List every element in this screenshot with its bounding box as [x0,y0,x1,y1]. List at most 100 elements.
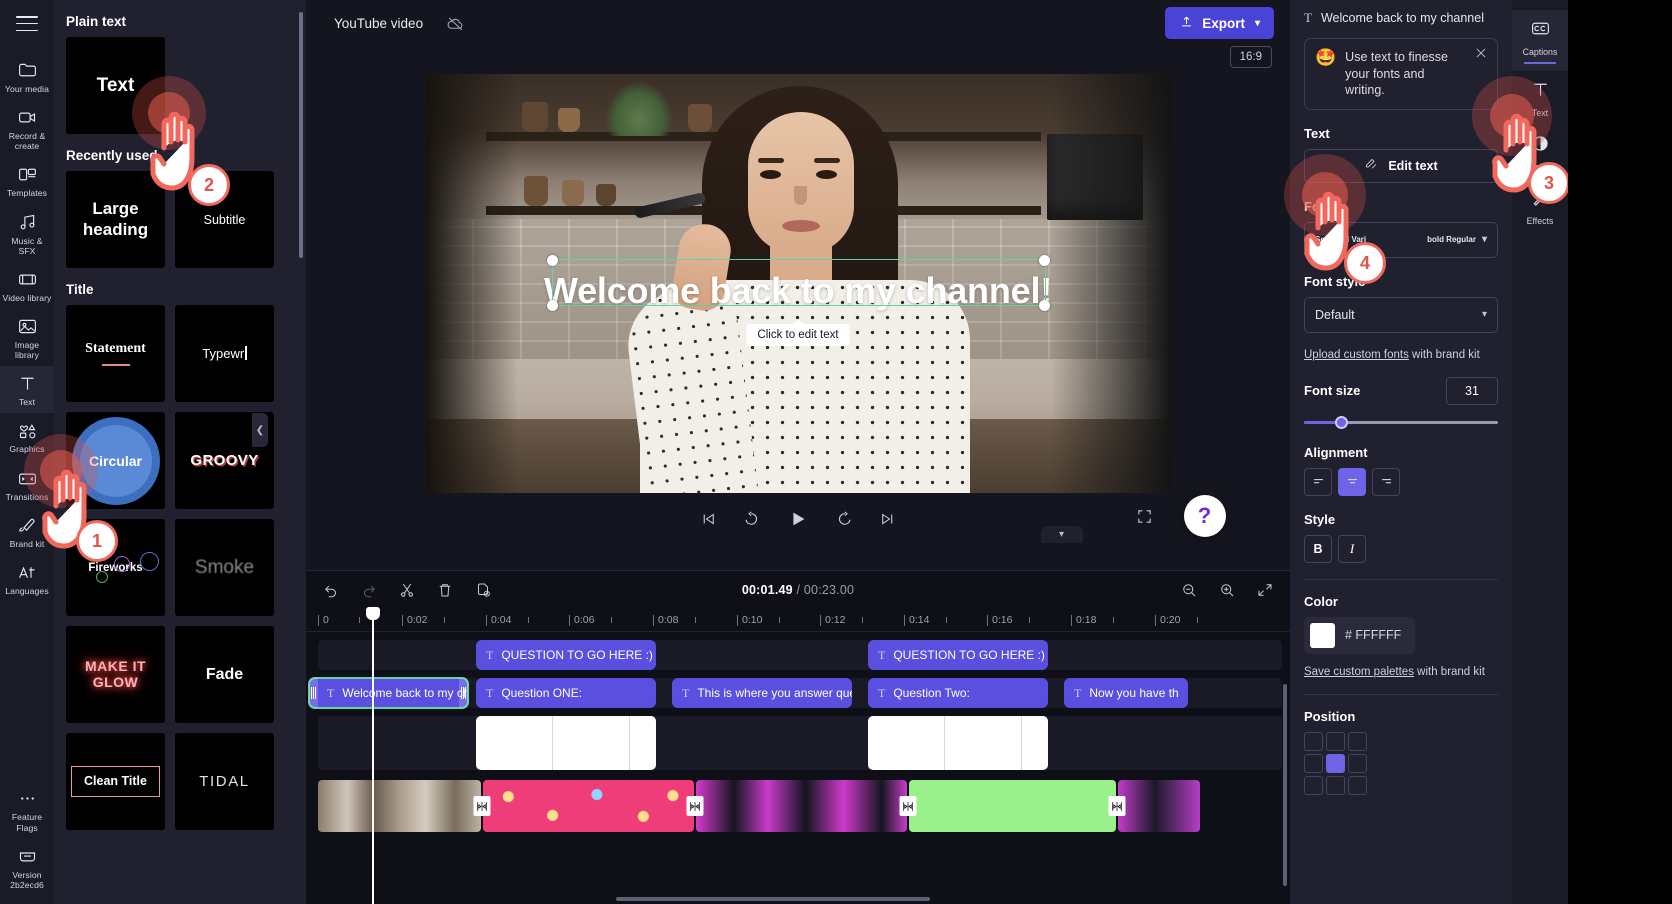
skip-next-icon[interactable] [879,510,897,528]
trash-icon[interactable] [434,579,456,601]
sidebar-item-brand-kit[interactable]: Brand kit [0,508,54,555]
skip-previous-icon[interactable] [699,510,717,528]
rewind-5-icon[interactable] [743,510,761,528]
resize-handle-bottom-left[interactable] [547,299,558,311]
cloud-offline-icon[interactable] [441,9,469,37]
position-cell-top-right[interactable] [1348,731,1367,751]
timeline-clip-white[interactable] [868,716,1048,770]
template-card-text[interactable]: Text [66,37,165,134]
align-left-button[interactable] [1304,467,1332,496]
position-cell-middle-left[interactable] [1304,753,1323,773]
template-card-statement[interactable]: Statement [66,305,165,402]
timeline-clip[interactable]: T Now you have th [1064,678,1188,708]
timeline-clip[interactable]: T QUESTION TO GO HERE :) [476,640,656,670]
timeline-vertical-scrollbar[interactable] [1283,684,1287,886]
align-right-button[interactable] [1372,467,1400,496]
toolrail-item-effects[interactable]: Effects [1512,179,1568,233]
toolrail-item-fade[interactable]: Fade [1512,125,1568,179]
redo-icon[interactable] [358,579,380,601]
aspect-ratio-button[interactable]: 16:9 [1229,46,1272,68]
timeline-ruler[interactable]: 0 0:02 0:04 0:06 0:08 0:10 0:12 0:14 0:1… [306,608,1290,632]
position-cell-middle-right[interactable] [1348,753,1367,773]
play-icon[interactable] [787,508,809,530]
duplicate-icon[interactable] [472,579,494,601]
export-button[interactable]: Export ▾ [1165,7,1274,39]
timeline-clip-white[interactable] [476,716,656,770]
template-card-clean-title[interactable]: Clean Title [66,733,165,830]
template-card-tidal[interactable]: TIDAL [175,733,274,830]
resize-handle-bottom-right[interactable] [1039,299,1050,311]
color-picker[interactable]: # FFFFFF [1304,616,1416,654]
collapse-timeline-button[interactable]: ▾ [1040,526,1083,543]
hamburger-icon[interactable] [16,16,38,31]
font-style-dropdown[interactable]: Default ▾ [1304,296,1498,333]
toolrail-item-captions[interactable]: Captions [1512,10,1568,71]
close-icon[interactable] [1474,46,1490,62]
timeline-clip[interactable]: T Question Two: [868,678,1048,708]
resize-handle-top-right[interactable] [1039,254,1050,266]
align-center-button[interactable] [1338,467,1366,496]
undo-icon[interactable] [320,579,342,601]
video-clip-desk[interactable] [696,780,907,832]
transition-icon[interactable] [1108,796,1126,816]
collapse-panel-button[interactable]: ❮ [252,413,268,447]
project-title[interactable]: YouTube video [322,10,435,37]
sidebar-item-templates[interactable]: Templates [0,157,54,204]
video-clip-green-screen[interactable] [909,780,1116,832]
toolrail-item-text[interactable]: Text [1512,71,1568,125]
template-card-large-heading[interactable]: Large heading [66,171,165,268]
transition-icon[interactable] [899,796,917,816]
fullscreen-icon[interactable] [1136,508,1153,530]
color-swatch[interactable] [1310,622,1335,648]
font-size-input[interactable]: 31 [1446,376,1498,405]
timeline-clip[interactable]: T Question ONE: [476,678,656,708]
position-cell-bottom-right[interactable] [1348,775,1367,795]
zoom-in-icon[interactable] [1216,579,1238,601]
transition-icon[interactable] [686,796,704,816]
sidebar-item-transitions[interactable]: Transitions [0,461,54,508]
timeline-clip[interactable]: T This is where you answer question [672,678,852,708]
text-selection-box[interactable] [547,254,1050,311]
timeline-clip[interactable]: T QUESTION TO GO HERE :) [868,640,1048,670]
resize-handle-top-left[interactable] [547,254,558,266]
sidebar-item-music-sfx[interactable]: Music & SFX [0,205,54,262]
video-clip-pink[interactable] [483,780,694,832]
template-card-smoke[interactable]: Smoke [175,519,274,616]
sidebar-item-graphics[interactable]: Graphics [0,413,54,460]
sidebar-item-record-create[interactable]: Record & create [0,100,54,157]
trim-handle-right[interactable] [459,678,468,708]
template-card-subtitle[interactable]: Subtitle [175,171,274,268]
trim-handle-left[interactable] [309,678,318,708]
transition-icon[interactable] [473,796,491,816]
video-preview[interactable]: Welcome back to my channel! Click to edi… [425,74,1171,493]
sidebar-item-text[interactable]: Text [0,366,54,414]
video-clip-final[interactable] [1118,780,1200,832]
sidebar-item-feature-flags[interactable]: Feature Flags [0,781,54,838]
position-cell-middle-center[interactable] [1326,753,1345,773]
timeline-horizontal-scrollbar[interactable] [616,897,930,901]
slider-knob[interactable] [1335,415,1349,429]
save-custom-palettes-link[interactable]: Save custom palettes [1304,666,1414,678]
template-card-glow[interactable]: MAKE IT GLOW [66,626,165,723]
template-card-fade[interactable]: Fade [175,626,274,723]
template-card-circular[interactable]: Circular [66,412,165,509]
edit-text-button[interactable]: Edit text [1304,148,1498,183]
font-size-slider[interactable] [1304,415,1498,429]
timeline-clip-selected[interactable]: T Welcome back to my channel [308,677,469,709]
video-clip-kitchen[interactable] [318,780,481,832]
template-card-fireworks[interactable]: Fireworks [66,519,165,616]
position-cell-top-center[interactable] [1326,731,1345,751]
font-dropdown[interactable]: Segoe UI Vari bold Regular ▾ [1304,221,1498,258]
templates-scrollbar[interactable] [299,12,303,258]
sidebar-item-video-library[interactable]: Video library [0,262,54,309]
sidebar-item-languages[interactable]: Languages [0,555,54,602]
forward-5-icon[interactable] [835,510,853,528]
position-cell-bottom-center[interactable] [1326,775,1345,795]
position-cell-bottom-left[interactable] [1304,775,1323,795]
position-cell-top-left[interactable] [1304,731,1323,751]
template-card-typewriter[interactable]: Typewr [175,305,274,402]
fit-timeline-icon[interactable] [1254,579,1276,601]
help-button[interactable]: ? [1183,495,1226,537]
sidebar-item-your-media[interactable]: Your media [0,53,54,100]
zoom-out-icon[interactable] [1178,579,1200,601]
